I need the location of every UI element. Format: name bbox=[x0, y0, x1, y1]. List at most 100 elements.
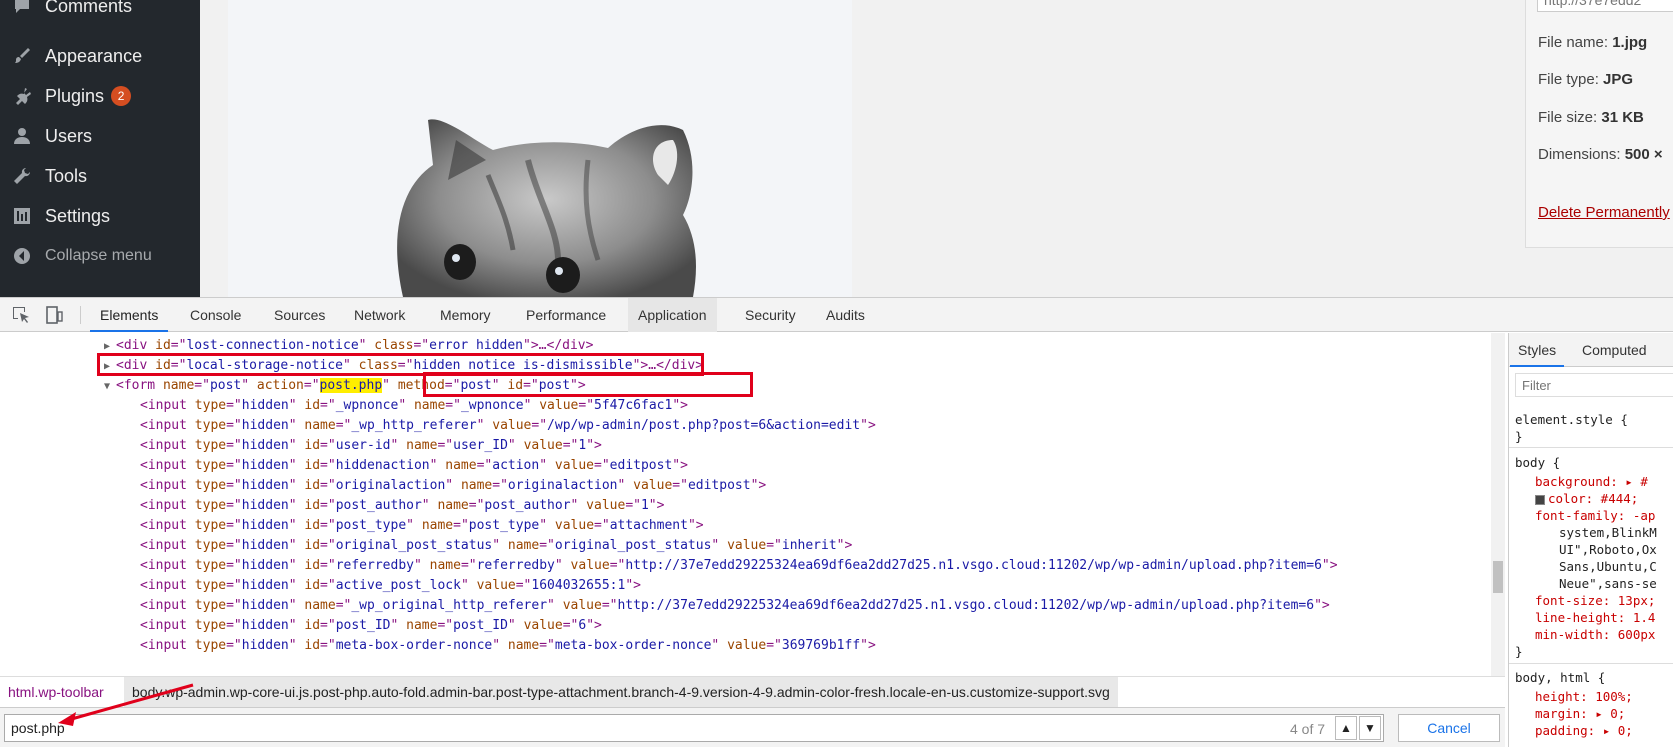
color-swatch[interactable] bbox=[1535, 494, 1545, 505]
attr-name: type bbox=[194, 498, 227, 513]
attachment-url-field[interactable]: http://37e7edd2 bbox=[1537, 0, 1673, 12]
css-declaration[interactable]: font-family: -ap bbox=[1535, 507, 1655, 524]
dom-node-line[interactable]: <input type="hidden" id="active_post_loc… bbox=[128, 575, 641, 596]
menu-item-appearance[interactable]: Appearance bbox=[0, 36, 200, 76]
file-name-label: File name: bbox=[1538, 34, 1609, 51]
punct: =" bbox=[303, 378, 320, 393]
punct: " bbox=[288, 438, 305, 453]
attr-name: id bbox=[304, 498, 321, 513]
punct: " bbox=[547, 598, 563, 613]
dom-tree-scrollbar[interactable] bbox=[1491, 333, 1505, 676]
attr-value: /wp/wp-admin/post.php?post=6&action=edit bbox=[547, 418, 861, 433]
tab-console[interactable]: Console bbox=[180, 298, 251, 332]
attr-value: referredby bbox=[476, 558, 555, 573]
tab-elements[interactable]: Elements bbox=[90, 298, 169, 332]
css-declaration[interactable]: margin: ▸ 0; bbox=[1535, 705, 1625, 722]
dom-node-line[interactable]: <input type="hidden" id="post_author" na… bbox=[128, 495, 664, 516]
delete-permanently-link[interactable]: Delete Permanently bbox=[1538, 204, 1670, 221]
tab-network[interactable]: Network bbox=[344, 298, 415, 332]
attr-name: id bbox=[304, 478, 321, 493]
attr-name: name bbox=[304, 418, 336, 433]
dom-node-line[interactable]: <input type="hidden" id="hiddenaction" n… bbox=[128, 455, 688, 476]
attr-value: action bbox=[492, 458, 540, 473]
menu-item-tools[interactable]: Tools bbox=[0, 156, 200, 196]
punct: =" bbox=[445, 398, 461, 413]
dom-node-line[interactable]: <input type="hidden" id="user-id" name="… bbox=[128, 435, 602, 456]
css-declaration[interactable]: padding: ▸ 0; bbox=[1535, 722, 1633, 739]
css-declaration[interactable]: color: #444; bbox=[1535, 490, 1638, 507]
attr-value: editpost bbox=[609, 458, 673, 473]
attr-value: post_ID bbox=[335, 618, 391, 633]
scrollbar-thumb[interactable] bbox=[1493, 561, 1503, 593]
attr-name: name bbox=[429, 558, 461, 573]
menu-item-plugins[interactable]: Plugins 2 bbox=[0, 76, 200, 116]
attr-value: hidden bbox=[241, 578, 289, 593]
dimensions-label: Dimensions: bbox=[1538, 146, 1621, 163]
punct: =" bbox=[515, 578, 532, 593]
attr-name: action bbox=[256, 378, 304, 393]
dom-node-line[interactable]: <input type="hidden" id="post_ID" name="… bbox=[128, 615, 602, 636]
punct: =" bbox=[320, 558, 336, 573]
dom-node-line[interactable]: <input type="hidden" id="original_post_s… bbox=[128, 535, 852, 556]
tab-styles[interactable]: Styles bbox=[1510, 333, 1565, 367]
punct: " bbox=[288, 578, 305, 593]
attr-value: hidden bbox=[241, 398, 289, 413]
attr-value: hiddenaction bbox=[335, 458, 430, 473]
css-declaration[interactable]: line-height: 1.4 bbox=[1535, 609, 1655, 626]
tab-security[interactable]: Security bbox=[735, 298, 806, 332]
dom-node-line[interactable]: <input type="hidden" id="referredby" nam… bbox=[128, 555, 1338, 576]
attr-name: name bbox=[406, 618, 438, 633]
kitten-photo bbox=[228, 0, 852, 297]
punct: " bbox=[617, 478, 634, 493]
collapse-triangle-icon[interactable]: ▼ bbox=[104, 376, 116, 397]
punct: =" bbox=[578, 398, 595, 413]
tab-application[interactable]: Application bbox=[628, 298, 717, 332]
device-toolbar-icon[interactable] bbox=[44, 305, 64, 325]
punct: =" bbox=[226, 498, 242, 513]
annotation-box-nonce bbox=[423, 372, 753, 397]
styles-filter-input[interactable] bbox=[1515, 373, 1673, 397]
dom-node-line[interactable]: <input type="hidden" name="_wp_http_refe… bbox=[128, 415, 876, 436]
previous-match-button[interactable]: ▲ bbox=[1335, 716, 1357, 740]
attr-value: 369769b1ff bbox=[781, 638, 861, 653]
css-declaration[interactable]: min-width: 600px bbox=[1535, 626, 1655, 643]
punct: =" bbox=[672, 478, 688, 493]
attr-value: lost-connection-notice bbox=[186, 338, 359, 353]
attr-name: id bbox=[304, 618, 321, 633]
punct: =" bbox=[476, 458, 493, 473]
element-breadcrumb: html.wp-toolbar body.wp-admin.wp-core-ui… bbox=[0, 676, 1505, 707]
css-declaration[interactable]: height: 100%; bbox=[1535, 688, 1633, 705]
dom-node-line[interactable]: <input type="hidden" id="post_type" name… bbox=[128, 515, 704, 536]
dom-node-line[interactable]: <input type="hidden" id="meta-box-order-… bbox=[128, 635, 876, 656]
menu-item-comments[interactable]: Comments bbox=[0, 0, 200, 26]
tab-sources[interactable]: Sources bbox=[264, 298, 335, 332]
punct: =" bbox=[320, 438, 336, 453]
dom-node-line[interactable]: <input type="hidden" name="_wp_original_… bbox=[128, 595, 1330, 616]
cancel-search-button[interactable]: Cancel bbox=[1398, 714, 1500, 742]
breadcrumb-body[interactable]: body.wp-admin.wp-core-ui.js.post-php.aut… bbox=[124, 677, 1118, 707]
css-declaration[interactable]: font-size: 13px; bbox=[1535, 592, 1655, 609]
punct: =" bbox=[609, 558, 626, 573]
collapse-menu-button[interactable]: Collapse menu bbox=[0, 236, 200, 276]
punct: =" bbox=[226, 458, 242, 473]
dom-node-line[interactable]: <input type="hidden" id="originalaction"… bbox=[128, 475, 766, 496]
tab-memory[interactable]: Memory bbox=[430, 298, 501, 332]
punct: " bbox=[288, 598, 305, 613]
css-declaration[interactable]: background: ▸ # bbox=[1535, 473, 1648, 490]
punct: "> bbox=[672, 458, 688, 473]
next-match-button[interactable]: ▼ bbox=[1359, 716, 1381, 740]
menu-item-settings[interactable]: Settings bbox=[0, 196, 200, 236]
dom-node-line[interactable]: <input type="hidden" id="_wpnonce" name=… bbox=[128, 395, 688, 416]
menu-item-users[interactable]: Users bbox=[0, 116, 200, 156]
attr-name: id bbox=[304, 438, 321, 453]
attr-value: hidden bbox=[241, 638, 289, 653]
menu-label: Comments bbox=[45, 0, 133, 16]
file-name-row: File name: 1.jpg bbox=[1538, 34, 1647, 51]
tab-audits[interactable]: Audits bbox=[816, 298, 875, 332]
tab-computed[interactable]: Computed bbox=[1574, 333, 1655, 367]
inspect-element-icon[interactable] bbox=[11, 305, 31, 325]
user-icon bbox=[10, 126, 34, 146]
dom-search-input[interactable] bbox=[4, 714, 1384, 742]
punct: " bbox=[382, 378, 398, 393]
tab-performance[interactable]: Performance bbox=[516, 298, 616, 332]
